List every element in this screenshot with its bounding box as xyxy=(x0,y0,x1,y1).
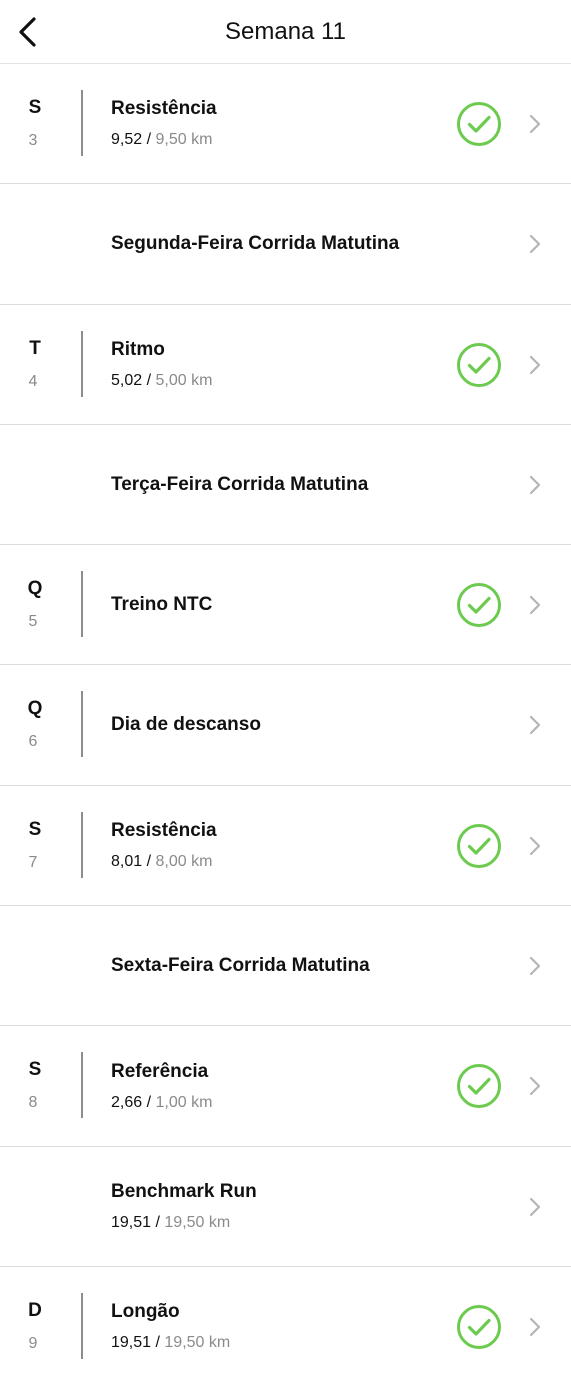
day-number: 4 xyxy=(28,372,38,390)
completed-check-icon xyxy=(457,1064,501,1109)
day-letter: T xyxy=(29,337,41,359)
day-divider xyxy=(81,811,83,878)
distance-summary: 19,51 / 19,50 km xyxy=(111,1333,451,1353)
workout-name: Treino NTC xyxy=(111,593,213,615)
workout-info: Ritmo 5,02 / 5,00 km xyxy=(111,305,451,424)
workout-name: Sexta-Feira Corrida Matutina xyxy=(111,954,370,976)
day-divider xyxy=(81,691,83,758)
day-divider xyxy=(81,90,83,156)
day-divider xyxy=(81,1052,83,1119)
workout-list: S 3 Resistência 9,52 / 9,50 km Segunda-Feira… xyxy=(0,64,571,1377)
workout-name: Segunda-Feira Corrida Matutina xyxy=(111,232,400,254)
chevron-right-icon[interactable] xyxy=(528,233,542,255)
actual-distance: 19,51 xyxy=(111,1213,152,1231)
workout-name: Resistência xyxy=(111,819,217,841)
day-number: 5 xyxy=(28,613,38,631)
actual-distance: 9,52 xyxy=(111,131,143,149)
actual-distance: 8,01 xyxy=(111,852,143,870)
workout-name: Resistência xyxy=(111,98,217,120)
workout-name: Terça-Feira Corrida Matutina xyxy=(111,473,369,495)
completed-check-icon xyxy=(457,342,501,387)
workout-row[interactable]: Sexta-Feira Corrida Matutina xyxy=(0,906,571,1027)
chevron-right-icon[interactable] xyxy=(528,714,542,736)
day-letter: S xyxy=(28,1059,42,1081)
day-number: 9 xyxy=(28,1334,38,1352)
actual-distance: 2,66 xyxy=(111,1093,143,1111)
workout-info: Treino NTC xyxy=(111,545,451,664)
day-number: 3 xyxy=(28,132,38,149)
actual-distance: 19,51 xyxy=(111,1334,152,1352)
day-divider xyxy=(81,330,83,397)
distance-summary: 8,01 / 8,00 km xyxy=(111,852,451,872)
completed-check-icon xyxy=(457,823,501,868)
day-number: 7 xyxy=(28,853,38,871)
workout-row[interactable]: Terça-Feira Corrida Matutina xyxy=(0,425,571,546)
distance-separator: / xyxy=(151,1334,165,1352)
chevron-right-icon[interactable] xyxy=(528,835,542,857)
chevron-right-icon[interactable] xyxy=(528,594,542,616)
workout-row[interactable]: S 8 Referência 2,66 / 1,00 km xyxy=(0,1026,571,1147)
distance-summary: 5,02 / 5,00 km xyxy=(111,371,451,391)
distance-separator: / xyxy=(142,852,156,870)
distance-separator: / xyxy=(142,1093,156,1111)
workout-row[interactable]: Benchmark Run 19,51 / 19,50 km xyxy=(0,1147,571,1267)
workout-row[interactable]: S 3 Resistência 9,52 / 9,50 km xyxy=(0,64,571,185)
target-distance: 5,00 km xyxy=(155,371,213,389)
day-divider xyxy=(81,571,83,638)
chevron-right-icon[interactable] xyxy=(528,955,542,977)
workout-name: Longão xyxy=(111,1301,180,1323)
day-letter: S xyxy=(28,818,42,840)
workout-info: Resistência 9,52 / 9,50 km xyxy=(111,64,451,183)
completed-check-icon xyxy=(457,1304,501,1349)
target-distance: 19,50 km xyxy=(164,1334,231,1352)
distance-separator: / xyxy=(151,1213,165,1231)
distance-summary: 2,66 / 1,00 km xyxy=(111,1093,451,1113)
workout-row[interactable]: Q 6 Dia de descanso xyxy=(0,665,571,786)
workout-info: Referência 2,66 / 1,00 km xyxy=(111,1026,451,1145)
workout-name: Ritmo xyxy=(111,338,165,360)
day-number: 6 xyxy=(28,733,38,751)
distance-separator: / xyxy=(142,131,156,149)
workout-info: Longão 19,51 / 19,50 km xyxy=(111,1267,451,1377)
workout-row[interactable]: D 9 Longão 19,51 / 19,50 km xyxy=(0,1267,571,1377)
day-letter: Q xyxy=(27,698,43,720)
distance-summary: 9,52 / 9,50 km xyxy=(111,130,451,150)
workout-name: Benchmark Run xyxy=(111,1180,257,1202)
chevron-right-icon[interactable] xyxy=(528,113,542,135)
top-nav-bar: Semana 11 xyxy=(0,0,571,64)
chevron-right-icon[interactable] xyxy=(528,474,542,496)
day-letter: D xyxy=(28,1299,42,1321)
workout-name: Referência xyxy=(111,1060,209,1082)
target-distance: 9,50 km xyxy=(155,131,213,149)
workout-info: Segunda-Feira Corrida Matutina xyxy=(111,184,451,303)
page-title: Semana 11 xyxy=(225,18,346,45)
workout-row[interactable]: T 4 Ritmo 5,02 / 5,00 km xyxy=(0,305,571,425)
chevron-right-icon[interactable] xyxy=(528,1196,542,1218)
target-distance: 1,00 km xyxy=(155,1093,213,1111)
target-distance: 8,00 km xyxy=(155,852,213,870)
actual-distance: 5,02 xyxy=(111,371,143,389)
completed-check-icon xyxy=(457,102,501,146)
distance-separator: / xyxy=(142,371,156,389)
workout-row[interactable]: Segunda-Feira Corrida Matutina xyxy=(0,184,571,305)
workout-info: Terça-Feira Corrida Matutina xyxy=(111,425,451,544)
workout-info: Sexta-Feira Corrida Matutina xyxy=(111,906,451,1025)
day-letter: Q xyxy=(27,578,43,600)
day-letter: S xyxy=(28,97,42,118)
workout-row[interactable]: Q 5 Treino NTC xyxy=(0,545,571,666)
chevron-right-icon[interactable] xyxy=(528,1075,542,1097)
workout-row[interactable]: S 7 Resistência 8,01 / 8,00 km xyxy=(0,786,571,907)
workout-info: Resistência 8,01 / 8,00 km xyxy=(111,786,451,905)
target-distance: 19,50 km xyxy=(164,1213,231,1231)
workout-name: Dia de descanso xyxy=(111,714,261,736)
workout-info: Dia de descanso xyxy=(111,665,451,784)
day-divider xyxy=(81,1292,83,1359)
completed-check-icon xyxy=(457,583,501,628)
workout-info: Benchmark Run 19,51 / 19,50 km xyxy=(111,1147,451,1266)
chevron-right-icon[interactable] xyxy=(528,1316,542,1338)
chevron-right-icon[interactable] xyxy=(528,354,542,376)
distance-summary: 19,51 / 19,50 km xyxy=(111,1213,451,1233)
day-number: 8 xyxy=(28,1094,38,1112)
